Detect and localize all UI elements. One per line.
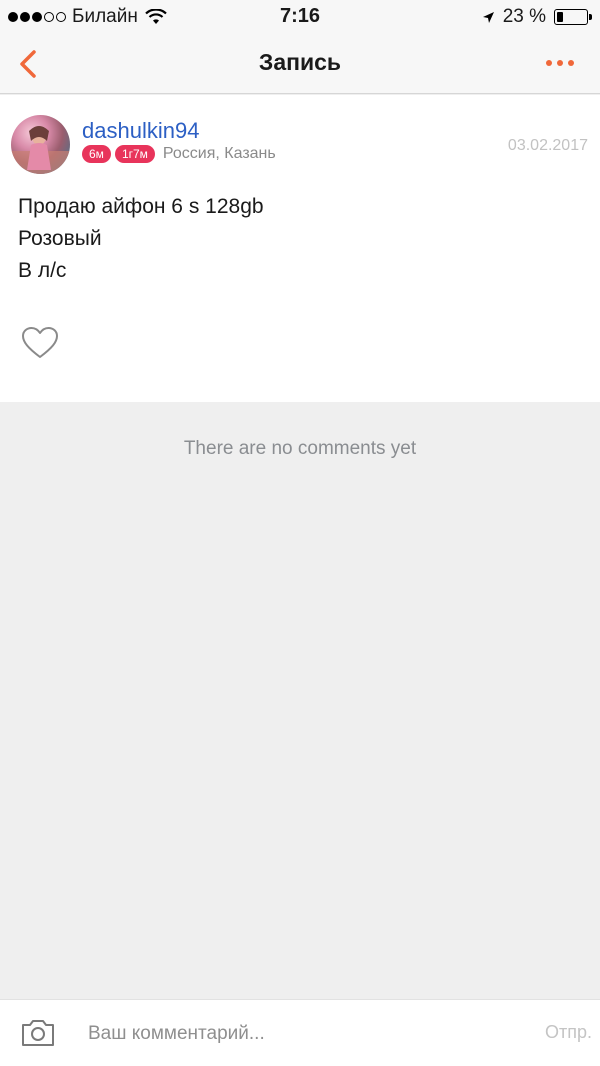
navigation-bar: Запись bbox=[0, 36, 600, 94]
author-badges: 6м 1г7м Россия, Казань bbox=[82, 145, 276, 163]
avatar[interactable] bbox=[11, 115, 70, 174]
post-text: Продаю айфон 6 s 128gb Розовый В л/с bbox=[18, 191, 264, 287]
avatar-photo bbox=[11, 126, 70, 174]
attach-photo-button[interactable] bbox=[20, 1018, 56, 1048]
send-button[interactable]: Отпр. bbox=[545, 1022, 592, 1043]
status-bar: Билайн 7:16 23 % bbox=[0, 0, 600, 36]
author-location: Россия, Казань bbox=[162, 145, 276, 162]
heart-outline-icon bbox=[22, 327, 58, 358]
comment-input[interactable] bbox=[88, 1020, 508, 1048]
more-horizontal-icon bbox=[546, 60, 552, 66]
location-arrow-icon bbox=[482, 11, 494, 23]
post-text-line: В л/с bbox=[18, 259, 67, 282]
post-date: 03.02.2017 bbox=[507, 137, 588, 154]
post-card: dashulkin94 6м 1г7м Россия, Казань 03.02… bbox=[0, 95, 600, 402]
post-text-line: Продаю айфон 6 s 128gb bbox=[18, 195, 264, 218]
author-name[interactable]: dashulkin94 bbox=[82, 118, 199, 144]
battery-level bbox=[557, 12, 564, 22]
empty-comments-message: There are no comments yet bbox=[183, 438, 417, 459]
status-right: 23 % bbox=[482, 6, 592, 28]
more-button[interactable] bbox=[540, 48, 580, 78]
badge-membership: 1г7м bbox=[114, 145, 155, 163]
post-text-line: Розовый bbox=[18, 227, 102, 250]
comment-bar: Отпр. bbox=[0, 999, 600, 1066]
page-title: Запись bbox=[258, 49, 342, 75]
battery-icon bbox=[554, 9, 592, 25]
badge-age: 6м bbox=[82, 145, 111, 163]
battery-percent: 23 % bbox=[502, 6, 546, 27]
like-button[interactable] bbox=[20, 325, 60, 361]
camera-icon bbox=[22, 1020, 54, 1046]
